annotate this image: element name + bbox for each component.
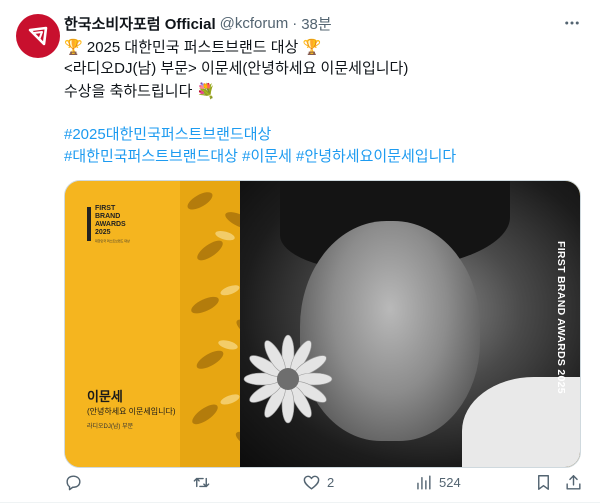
congrats-text: 수상을 축하드립니다 [64,83,197,100]
award-title: 2025 대한민국 퍼스트브랜드 대상 [82,39,303,56]
avatar[interactable] [16,14,60,58]
display-name[interactable]: 한국소비자포럼 Official [64,13,216,34]
bookmark-button[interactable] [534,470,553,494]
hashtag-link[interactable]: #2025대한민국퍼스트브랜드대상 [64,126,271,143]
tweet-line-2: <라디오DJ(남) 부문> 이문세(안녕하세요 이문세입니다) [64,60,409,77]
vertical-award-title: FIRST BRAND AWARDS 2025 [554,241,570,431]
bouquet-icon: 💐 [196,82,216,100]
hashtag-line-1: #2025대한민국퍼스트브랜드대상 [64,124,584,146]
user-handle[interactable]: @kcforum [220,15,289,32]
tweet-header: 한국소비자포럼 Official @kcforum · 38분 [64,12,584,34]
hashtag-link[interactable]: #이문세 [242,148,292,165]
tweet-content: 한국소비자포럼 Official @kcforum · 38분 🏆 2025 대… [64,12,584,468]
timestamp[interactable]: 38분 [301,13,332,34]
share-icon [566,474,581,490]
share-button[interactable] [564,470,583,494]
retweet-button[interactable] [192,470,217,494]
views-count: 524 [439,474,461,490]
tweet-actions: 2 524 [64,470,584,494]
views-icon [417,474,431,490]
tweet-media-image[interactable]: FIRST BRAND AWARDS 2025 대한민국 퍼스트브랜드 대상 이… [64,180,581,468]
logo-subtitle: 대한민국 퍼스트브랜드 대상 [95,239,130,243]
trophy-icon: 🏆 [302,38,322,56]
winner-program: (안녕하세요 이문세입니다) [87,407,176,416]
separator-dot: · [292,14,298,32]
daisy-flower [243,334,333,424]
hashtag-link[interactable]: #대한민국퍼스트브랜드대상 [64,148,238,165]
bookmark-icon [538,474,549,490]
award-category: 라디오DJ(남) 부문 [87,424,134,430]
more-button[interactable] [560,12,584,34]
vertical-award-text: FIRST BRAND AWARDS 2025 [555,241,567,394]
hashtag-link[interactable]: #안녕하세요이문세입니다 [296,148,456,165]
tweet-line-1: 🏆 2025 대한민국 퍼스트브랜드 대상 🏆 [64,36,584,58]
portrait-photo [240,181,580,467]
kcforum-logo-icon [28,26,48,46]
like-button[interactable]: 2 [302,470,334,494]
tweet-line-3: 수상을 축하드립니다 💐 [64,80,584,102]
logo-bar [87,207,91,241]
reply-icon [66,474,81,490]
trophy-icon: 🏆 [64,38,83,56]
heart-icon [303,475,320,490]
like-count: 2 [327,474,335,490]
more-dots-icon [565,21,579,25]
logo-text: FIRST BRAND AWARDS 2025 [95,205,126,236]
retweet-icon [193,477,210,487]
tweet-text: 🏆 2025 대한민국 퍼스트브랜드 대상 🏆 <라디오DJ(남) 부문> 이문… [64,36,584,168]
winner-name: 이문세 [87,389,123,404]
tweet[interactable]: 한국소비자포럼 Official @kcforum · 38분 🏆 2025 대… [0,0,600,503]
views-button[interactable]: 524 [414,470,461,494]
reply-button[interactable] [64,470,89,494]
hashtag-line-2: #대한민국퍼스트브랜드대상 #이문세 #안녕하세요이문세입니다 [64,146,584,168]
